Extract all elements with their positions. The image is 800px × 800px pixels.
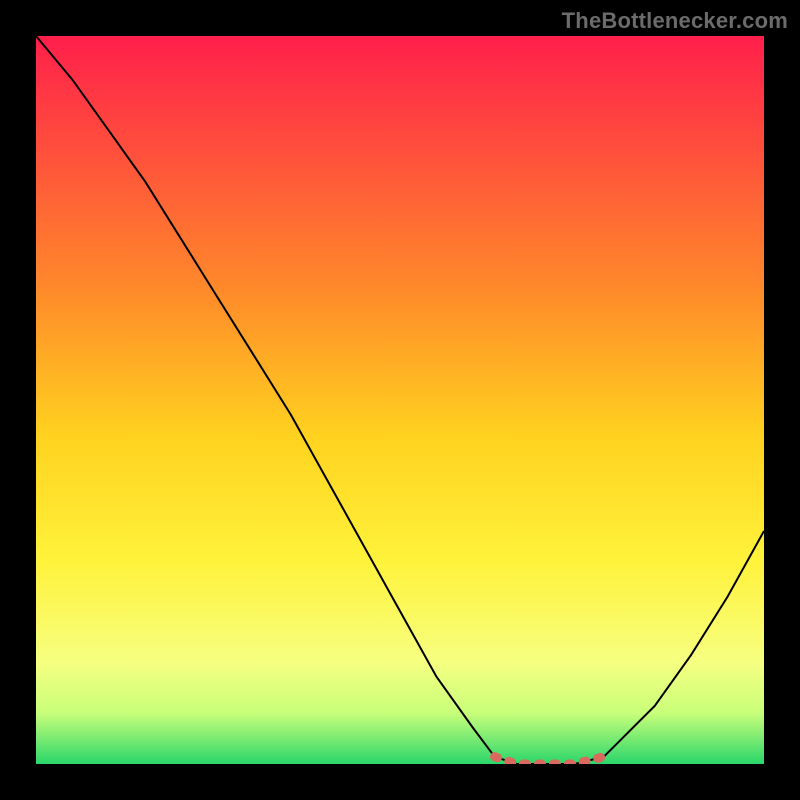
attribution-watermark: TheBottlenecker.com — [562, 8, 788, 34]
chart-frame: TheBottlenecker.com — [0, 0, 800, 800]
chart-plot — [36, 36, 764, 764]
plot-background — [36, 36, 764, 764]
